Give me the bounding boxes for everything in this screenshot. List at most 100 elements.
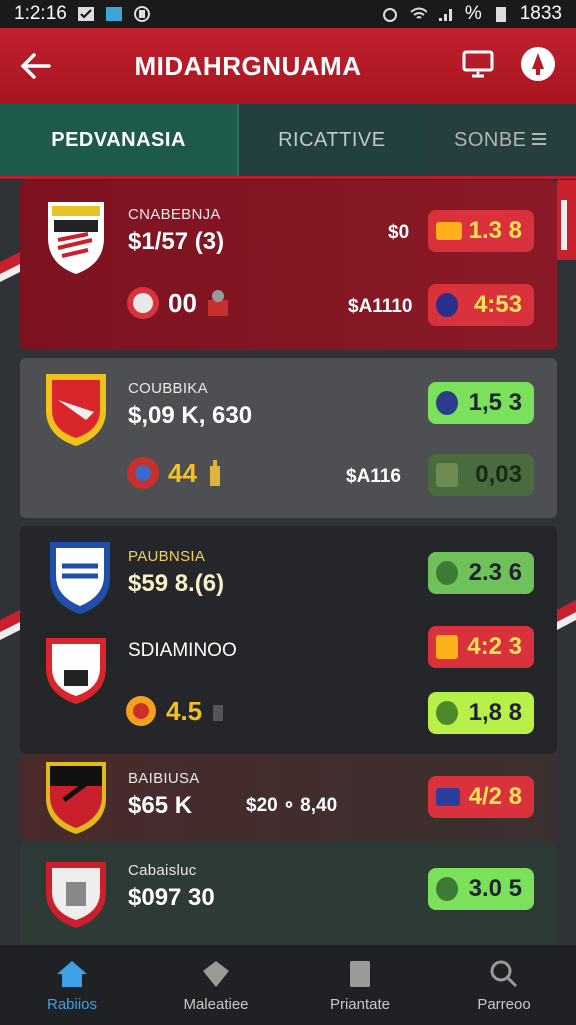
team-name: PAUBNSIA <box>128 548 206 565</box>
odds-value: 1,5 3 <box>468 389 522 416</box>
badge-dot-icon <box>436 701 458 725</box>
nav-label: Maleatiee <box>183 995 249 1013</box>
nav-search[interactable]: Parreoo <box>432 945 576 1025</box>
team-crest-icon <box>48 202 104 274</box>
stat-value: 4.5 <box>166 695 203 726</box>
gear-icon <box>126 696 156 726</box>
odds-pill-top[interactable]: 1.3 8 <box>428 210 534 252</box>
small-box-icon <box>213 705 224 721</box>
odds-pill-bottom[interactable]: 0,03 <box>428 454 534 496</box>
match-card[interactable]: PAUBNSIA $59 8.(6) 2.3 6 SDIAMINOO 4:2 3… <box>20 526 557 754</box>
right-label: $0 <box>388 222 410 243</box>
team-name: Cabaisluc <box>128 862 197 879</box>
nav-matches[interactable]: Maleatiee <box>144 945 288 1025</box>
app-bar: MIDAHRGNUAMA <box>0 28 576 104</box>
signal-icon <box>437 5 455 23</box>
search-icon <box>490 960 518 987</box>
odds-value: 4:53 <box>473 291 522 318</box>
tab-sonbe[interactable]: SONBE <box>424 104 576 176</box>
battery-icon <box>492 5 510 23</box>
odds-value: 1,8 8 <box>468 699 522 726</box>
match-card[interactable]: Cabaisluc $097 30 3.0 5 <box>20 842 557 944</box>
left-stripe-decor <box>0 252 20 282</box>
tab-bar: PEDVANASIA RICATTIVE SONBE <box>0 104 576 179</box>
team-price: $,09 K, 630 <box>128 402 253 429</box>
team-price: $097 30 <box>128 884 215 911</box>
match-card[interactable]: BAIBIUSA $65 K $20 ∘ 8,40 4/2 8 <box>20 754 557 842</box>
team-crest-icon-2 <box>46 638 106 704</box>
target-icon <box>127 287 159 319</box>
team-crest-icon <box>46 862 106 928</box>
right-stripe-decor <box>557 180 576 260</box>
status-time: 1:2:16 <box>14 3 67 24</box>
team-crest-icon <box>50 542 110 614</box>
page-title: MIDAHRGNUAMA <box>134 50 362 81</box>
badge-dot-icon <box>436 463 458 487</box>
odds-value: 4:2 3 <box>467 633 522 660</box>
badge-dot-icon <box>436 293 458 317</box>
team-price: $1/57 (3) <box>128 228 225 255</box>
nav-label: Parreoo <box>477 995 531 1013</box>
tag-icon <box>203 960 229 987</box>
odds-value: 3.0 5 <box>468 875 522 902</box>
odds-value: 4/2 8 <box>468 783 522 810</box>
team-price: $65 K <box>128 792 193 819</box>
mid-price: $A1110 <box>348 296 413 317</box>
tab-ricattive[interactable]: RICATTIVE <box>239 104 425 176</box>
battery-percent: % <box>464 3 482 24</box>
match-list[interactable]: CNABEBNJA $1/57 (3) $0 1.3 8 00 $A1110 4… <box>0 180 576 944</box>
odds-pill-top[interactable]: 2.3 6 <box>428 552 534 594</box>
team-crest-icon <box>46 762 106 834</box>
team-price: $59 8.(6) <box>128 570 225 597</box>
cast-screen-icon[interactable] <box>462 50 494 83</box>
alarm-icon <box>381 5 399 23</box>
badge-dot-icon <box>436 561 458 585</box>
mid-price: $A116 <box>346 466 401 487</box>
match-card[interactable]: CNABEBNJA $1/57 (3) $0 1.3 8 00 $A1110 4… <box>20 180 557 350</box>
odds-pill-top[interactable]: 1,5 3 <box>428 382 534 424</box>
nav-priantate[interactable]: Priantate <box>288 945 432 1025</box>
mail-check-icon <box>77 5 95 23</box>
wifi-icon <box>409 5 427 23</box>
odds-pill-top[interactable]: 3.0 5 <box>428 868 534 910</box>
odds-pill-bottom[interactable]: 1,8 8 <box>428 692 534 734</box>
stat-value: 00 <box>168 287 197 318</box>
team-name: CNABEBNJA <box>128 206 221 223</box>
stat-block: 4.5 <box>124 694 226 728</box>
odds-pill-bottom[interactable]: 4:53 <box>428 284 534 326</box>
tab-pedvanasia[interactable]: PEDVANASIA <box>0 104 240 176</box>
app-notification-icon <box>105 5 123 23</box>
nav-label: Rabiios <box>46 995 98 1013</box>
bottom-nav: Rabiios Maleatiee Priantate Parreoo <box>0 944 576 1025</box>
right-stripe-decor-2 <box>557 600 576 630</box>
tab-sonbe-label: SONBE <box>454 128 527 151</box>
nav-home[interactable]: Rabiios <box>0 945 144 1025</box>
odds-value: 0,03 <box>475 461 522 488</box>
stat-value: 44 <box>168 457 197 488</box>
match-card[interactable]: COUBBIKA $,09 K, 630 1,5 3 44 $A116 0,03 <box>20 358 557 518</box>
circle-notification-icon <box>133 5 151 23</box>
ticket-icon <box>436 635 458 659</box>
profile-icon[interactable] <box>520 46 556 87</box>
mid-price: $20 ∘ 8,40 <box>246 795 338 816</box>
bottle-icon <box>209 460 220 486</box>
status-bar: 1:2:16 % 1833 <box>0 0 576 28</box>
left-stripe-decor-2 <box>0 610 20 640</box>
badge-dot-icon <box>436 391 458 415</box>
menu-lines-icon <box>531 129 547 152</box>
stat-block: 44 <box>126 456 225 490</box>
stat-block: 00 <box>126 286 231 320</box>
team-crest-icon <box>46 374 106 446</box>
target-icon <box>127 457 159 489</box>
odds-pill-top[interactable]: 4/2 8 <box>428 776 534 818</box>
ticket-icon <box>436 222 462 240</box>
odds-pill-mid[interactable]: 4:2 3 <box>428 626 534 668</box>
clipboard-icon <box>350 960 370 987</box>
nav-label: Priantate <box>329 995 391 1013</box>
home-icon <box>57 960 87 987</box>
team-name-2: SDIAMINOO <box>128 640 237 661</box>
badge-dot-icon <box>436 877 458 901</box>
status-right-time: 1833 <box>519 3 562 24</box>
flag-icon <box>436 788 460 806</box>
odds-value: 1.3 8 <box>468 217 522 244</box>
